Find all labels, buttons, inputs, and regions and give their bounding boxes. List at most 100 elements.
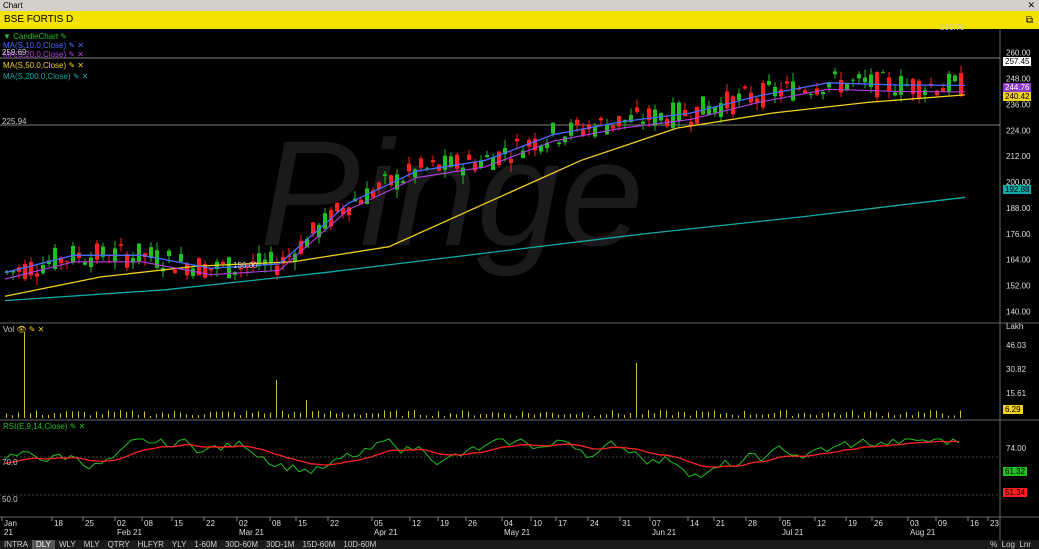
date-tick-label: 19 bbox=[848, 519, 857, 528]
volume-bar bbox=[252, 412, 253, 418]
close-icon[interactable]: ✕ bbox=[1024, 0, 1035, 11]
candle-body bbox=[515, 138, 519, 142]
volume-bar bbox=[870, 411, 871, 418]
legend-vol[interactable]: Vol 👁 ✎ ✕ bbox=[3, 325, 44, 334]
tab-yly[interactable]: YLY bbox=[168, 540, 191, 549]
volume-bar bbox=[108, 410, 109, 418]
restore-icon[interactable]: ⧉ bbox=[1026, 12, 1033, 30]
legend-candle[interactable]: ▼ CandleChart ✎ bbox=[3, 32, 67, 41]
vol-tick-label: 46.03 bbox=[1006, 341, 1027, 350]
volume-bar bbox=[738, 415, 739, 418]
tab-mly[interactable]: MLY bbox=[80, 540, 104, 549]
volume-bar bbox=[528, 413, 529, 418]
price-tick-label: 152.00 bbox=[1006, 282, 1031, 291]
volume-bar bbox=[762, 414, 763, 418]
volume-bar bbox=[744, 410, 745, 418]
volume-bar bbox=[936, 410, 937, 418]
tab-hlfyr[interactable]: HLFYR bbox=[134, 540, 168, 549]
volume-bar bbox=[306, 400, 307, 418]
legend-ma50[interactable]: MA(S,50.0,Close) ✎ ✕ bbox=[3, 61, 84, 70]
volume-bar bbox=[948, 415, 949, 418]
pane-dividers bbox=[0, 30, 1039, 540]
ma10-badge: 244.76 bbox=[1003, 83, 1032, 92]
volume-bar bbox=[462, 410, 463, 418]
candle-body bbox=[551, 122, 555, 134]
date-tick-label: 22 bbox=[206, 519, 215, 528]
date-tick-label: 04 bbox=[504, 519, 513, 528]
candle-body bbox=[137, 243, 141, 262]
candle-body bbox=[737, 93, 741, 101]
volume-bar bbox=[756, 413, 757, 418]
volume-bar bbox=[606, 414, 607, 418]
tab-qtry[interactable]: QTRY bbox=[104, 540, 134, 549]
chart-canvas[interactable]: Pinge 260.00248.00236.00224.00212.00200.… bbox=[0, 30, 1039, 540]
volume-bar bbox=[204, 414, 205, 418]
volume-bar bbox=[366, 413, 367, 418]
candle-body bbox=[791, 81, 795, 101]
volume-bar bbox=[564, 414, 565, 418]
date-tick-label: 26 bbox=[874, 519, 883, 528]
candle-body bbox=[167, 250, 171, 257]
candle-body bbox=[23, 263, 27, 279]
tab-15d-60m[interactable]: 15D-60M bbox=[298, 540, 339, 549]
volume-bar bbox=[648, 410, 649, 418]
tab-30d-1m[interactable]: 30D-1M bbox=[262, 540, 298, 549]
price-tick-label: 236.00 bbox=[1006, 100, 1031, 109]
volume-bar bbox=[318, 410, 319, 418]
volume-bar bbox=[138, 414, 139, 418]
volume-bar bbox=[552, 412, 553, 418]
volume-bar bbox=[150, 415, 151, 418]
candle-body bbox=[443, 155, 447, 170]
candle-body bbox=[809, 94, 813, 96]
date-tick-label: 02 bbox=[117, 519, 126, 528]
tab-1-60m[interactable]: 1-60M bbox=[190, 540, 221, 549]
candle-body bbox=[335, 202, 339, 212]
support-left-label: 225.94 bbox=[2, 117, 27, 126]
date-tick-label: 15 bbox=[298, 519, 307, 528]
volume-bar bbox=[942, 413, 943, 418]
tab-wly[interactable]: WLY bbox=[55, 540, 80, 549]
volume-bar bbox=[822, 413, 823, 418]
candle-body bbox=[581, 129, 585, 136]
candle-body bbox=[599, 118, 603, 121]
volume-bar bbox=[324, 413, 325, 418]
price-tick-label: 212.00 bbox=[1006, 152, 1031, 161]
volume-bar bbox=[288, 414, 289, 418]
tab-dly[interactable]: DLY bbox=[32, 540, 55, 549]
volume-bar bbox=[828, 412, 829, 418]
volume-bar bbox=[228, 411, 229, 418]
legend-ma200[interactable]: MA(S,200.0,Close) ✎ ✕ bbox=[3, 72, 88, 81]
candle-body bbox=[257, 253, 261, 267]
date-tick-label: 25 bbox=[85, 519, 94, 528]
price-tick-label: 164.00 bbox=[1006, 256, 1031, 265]
volume-bar bbox=[918, 411, 919, 418]
candle-body bbox=[767, 80, 771, 85]
volume-bar bbox=[690, 415, 691, 418]
candle-body bbox=[593, 126, 597, 137]
candle-body bbox=[851, 79, 855, 81]
symbol-title: BSE FORTIS D bbox=[4, 14, 74, 25]
candle-body bbox=[179, 253, 183, 262]
tab-30d-60m[interactable]: 30D-60M bbox=[221, 540, 262, 549]
volume-bar bbox=[846, 412, 847, 418]
date-tick-label: 22 bbox=[330, 519, 339, 528]
candle-body bbox=[773, 86, 777, 97]
volume-bar bbox=[594, 415, 595, 418]
volume-bar bbox=[852, 410, 853, 418]
legend-rsi[interactable]: RSI(E,9,14,Close) ✎ ✕ bbox=[3, 422, 85, 431]
scale-toggles[interactable]: % Log Lnr bbox=[986, 540, 1035, 549]
volume-bar bbox=[126, 411, 127, 418]
volume-bar bbox=[726, 412, 727, 418]
volume-bar bbox=[66, 411, 67, 418]
volume-bar bbox=[834, 412, 835, 418]
high-label: 260.70 bbox=[940, 23, 965, 32]
volume-bar bbox=[666, 410, 667, 418]
tab-intra[interactable]: INTRA bbox=[0, 540, 32, 549]
volume-bar bbox=[546, 411, 547, 418]
vol-tick-label: 15.61 bbox=[1006, 389, 1027, 398]
volume-bar bbox=[630, 413, 631, 418]
tab-10d-60m[interactable]: 10D-60M bbox=[339, 540, 380, 549]
legend-vol-label: Vol bbox=[3, 325, 15, 334]
date-tick-label: 14 bbox=[690, 519, 699, 528]
volume-bar bbox=[702, 411, 703, 418]
